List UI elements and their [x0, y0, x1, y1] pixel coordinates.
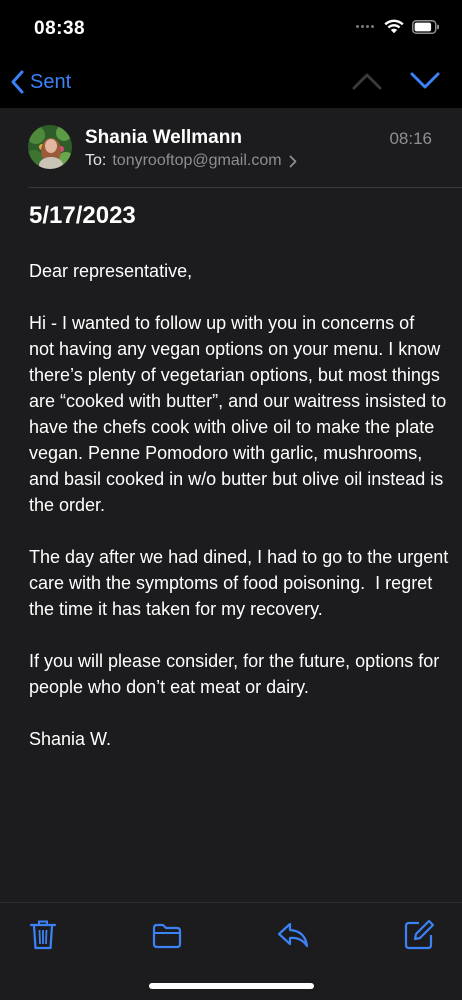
message-subject: 5/17/2023	[29, 202, 136, 229]
back-button[interactable]: Sent	[10, 68, 71, 96]
body-paragraph: The day after we had dined, I had to go …	[29, 547, 454, 619]
nav-bar: Sent	[0, 58, 462, 108]
wifi-icon	[384, 19, 404, 34]
compose-icon[interactable]	[403, 919, 435, 951]
sender-name[interactable]: Shania Wellmann	[85, 127, 242, 149]
sender-photo-icon	[28, 125, 72, 169]
message-view: Shania Wellmann 08:16 To: tonyrooftop@gm…	[0, 108, 462, 902]
status-icons	[356, 19, 440, 34]
battery-icon	[412, 19, 439, 34]
home-indicator	[149, 983, 314, 989]
body-paragraph: Hi - I wanted to follow up with you in c…	[29, 313, 452, 515]
avatar[interactable]	[28, 125, 72, 169]
chevron-right-icon	[289, 155, 296, 167]
body-signature: Shania W.	[29, 729, 112, 749]
folder-icon[interactable]	[152, 923, 182, 949]
header-divider	[28, 187, 462, 188]
body-paragraph: If you will please consider, for the fut…	[29, 651, 445, 697]
status-time: 08:38	[34, 18, 86, 39]
to-label: To:	[85, 152, 107, 169]
message-body: Dear representative, Hi - I wanted to fo…	[29, 258, 449, 778]
body-greeting: Dear representative,	[29, 261, 193, 281]
sent-time: 08:16	[389, 129, 432, 148]
chevron-down-icon[interactable]	[410, 70, 440, 92]
signal-dots-icon	[356, 25, 374, 28]
recipient-row[interactable]: To: tonyrooftop@gmail.com	[85, 152, 297, 170]
chevron-up-icon[interactable]	[352, 70, 382, 92]
back-label: Sent	[30, 70, 72, 93]
reply-icon[interactable]	[277, 921, 309, 949]
trash-icon[interactable]	[29, 919, 57, 951]
bottom-toolbar	[0, 902, 462, 1000]
chevron-left-icon	[11, 70, 24, 94]
recipient-address[interactable]: tonyrooftop@gmail.com	[112, 152, 281, 170]
status-bar: 08:38	[0, 0, 462, 58]
